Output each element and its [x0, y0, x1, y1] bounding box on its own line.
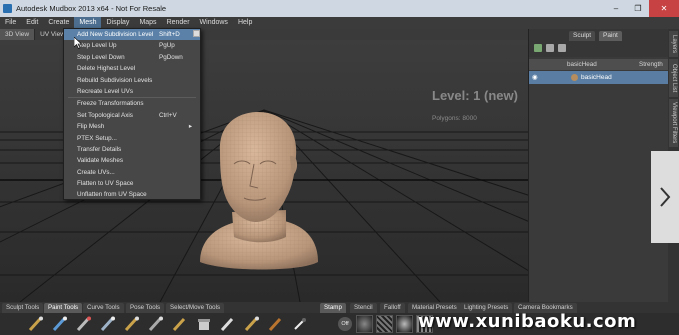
layer-name: basicHead: [581, 74, 612, 81]
strength-column: Strength: [639, 61, 663, 68]
app-icon: [3, 4, 12, 13]
paint-bucket-icon[interactable]: [196, 316, 212, 332]
pencil-icon[interactable]: [52, 316, 68, 332]
side-tab-object-list[interactable]: Object List: [669, 59, 678, 97]
tab-stamp[interactable]: Stamp: [320, 303, 346, 313]
menu-item-label: Flatten to UV Space: [77, 180, 134, 188]
tab-3d-view[interactable]: 3D View: [0, 29, 36, 40]
menu-item-step-level-down[interactable]: Step Level Down PgDown: [64, 52, 200, 63]
tab-falloff[interactable]: Falloff: [380, 303, 405, 313]
side-tab-viewport-filters[interactable]: Viewport Filters: [669, 99, 678, 147]
menu-item-label: Recreate Level UVs: [77, 87, 133, 95]
menu-item-delete-highest-level[interactable]: Delete Highest Level: [64, 63, 200, 74]
menu-item-unflatten-from-uv-space[interactable]: Unflatten from UV Space: [64, 189, 200, 200]
menu-file[interactable]: File: [0, 17, 21, 29]
tab-stencil[interactable]: Stencil: [350, 303, 377, 313]
menu-item-set-topological-axis[interactable]: Set Topological Axis Ctrl+V: [64, 110, 200, 121]
menu-edit[interactable]: Edit: [21, 17, 43, 29]
menu-item-flip-mesh[interactable]: Flip Mesh ▸: [64, 121, 200, 132]
next-slide-button[interactable]: [651, 151, 679, 243]
menu-item-label: Create UVs...: [77, 168, 115, 176]
layers-toolbar: Sculpt Paint: [529, 29, 669, 57]
tab-select-move-tools[interactable]: Select/Move Tools: [166, 303, 225, 313]
mesh-icon: [571, 74, 578, 81]
menu-item-label: Step Level Up: [77, 42, 117, 50]
menu-item-label: Rebuild Subdivision Levels: [77, 76, 153, 84]
polygon-count-label: Polygons: 8000: [432, 115, 477, 122]
layers-panel: Sculpt Paint basicHead Strength ◉ basicH…: [528, 29, 669, 302]
menu-item-step-level-up[interactable]: Step Level Up PgUp: [64, 40, 200, 51]
tab-sculpt[interactable]: Sculpt: [569, 31, 596, 41]
layer-options-icon[interactable]: [558, 44, 566, 52]
tab-paint[interactable]: Paint: [599, 31, 622, 41]
head-model: [200, 112, 318, 270]
title-bar: Autodesk Mudbox 2013 x64 - Not For Resal…: [0, 0, 679, 17]
menu-item-create-uvs[interactable]: Create UVs...: [64, 167, 200, 178]
window-title: Autodesk Mudbox 2013 x64 - Not For Resal…: [16, 4, 167, 13]
menu-item-shortcut: Ctrl+V: [159, 111, 177, 119]
stamp-off-button[interactable]: Off: [338, 317, 352, 331]
menu-item-recreate-level-uvs[interactable]: Recreate Level UVs: [64, 86, 200, 97]
tab-curve-tools[interactable]: Curve Tools: [83, 303, 124, 313]
minimize-button[interactable]: –: [605, 0, 627, 17]
menu-item-label: Flip Mesh: [77, 123, 105, 131]
menu-item-label: Step Level Down: [77, 53, 125, 61]
stamp-thumbnail[interactable]: [376, 315, 393, 333]
visibility-column-icon: [529, 59, 539, 70]
tab-pose-tools[interactable]: Pose Tools: [126, 303, 165, 313]
side-tab-layers[interactable]: Layers: [669, 31, 678, 57]
window-controls: – ❐ ✕: [605, 0, 679, 17]
clone-icon[interactable]: [124, 316, 140, 332]
stamp-thumbnail[interactable]: [356, 315, 373, 333]
mesh-menu-dropdown: Add New Subdivision Level Shift+D Step L…: [63, 28, 201, 200]
new-layer-icon[interactable]: [534, 44, 542, 52]
menu-item-shortcut: PgDown: [159, 53, 183, 61]
chevron-right-icon: [660, 187, 671, 207]
menu-help[interactable]: Help: [233, 17, 257, 29]
menu-item-validate-meshes[interactable]: Validate Meshes: [64, 155, 200, 166]
menu-item-label: Freeze Transformations: [77, 100, 144, 108]
airbrush-icon[interactable]: [76, 316, 92, 332]
menu-item-rebuild-subdivision-levels[interactable]: Rebuild Subdivision Levels: [64, 75, 200, 86]
projection-icon[interactable]: [100, 316, 116, 332]
burn-icon[interactable]: [268, 316, 284, 332]
option-box-icon[interactable]: [193, 30, 200, 37]
menu-item-label: PTEX Setup...: [77, 134, 117, 142]
menu-item-ptex-setup[interactable]: PTEX Setup...: [64, 133, 200, 144]
mouse-cursor-icon: [74, 37, 82, 49]
submenu-arrow-icon: ▸: [188, 123, 192, 131]
menu-item-label: Delete Highest Level: [77, 65, 136, 73]
subdivision-level-label: Level: 1 (new): [432, 88, 518, 103]
watermark: www.xunibaoku.com: [418, 311, 637, 332]
maximize-button[interactable]: ❐: [627, 0, 649, 17]
menu-item-flatten-to-uv-space[interactable]: Flatten to UV Space: [64, 178, 200, 189]
menu-item-label: Unflatten from UV Space: [77, 191, 147, 199]
menu-item-freeze-transformations[interactable]: Freeze Transformations: [64, 98, 200, 109]
menu-item-label: Set Topological Axis: [77, 111, 133, 119]
menu-item-add-new-subdivision-level[interactable]: Add New Subdivision Level Shift+D: [64, 29, 200, 41]
blur-icon[interactable]: [148, 316, 164, 332]
menu-item-transfer-details[interactable]: Transfer Details: [64, 144, 200, 155]
eraser-icon[interactable]: [220, 316, 236, 332]
tab-paint-tools[interactable]: Paint Tools: [44, 303, 83, 313]
sponge-icon[interactable]: [244, 316, 260, 332]
tab-sculpt-tools[interactable]: Sculpt Tools: [2, 303, 44, 313]
delete-layer-icon[interactable]: [546, 44, 554, 52]
eyedropper-icon[interactable]: [292, 316, 308, 332]
layer-row[interactable]: ◉ basicHead: [529, 71, 669, 84]
eye-icon[interactable]: ◉: [532, 71, 538, 84]
menu-item-shortcut: Shift+D: [159, 31, 180, 38]
stamp-thumbnail[interactable]: [396, 315, 413, 333]
layers-header: basicHead Strength: [529, 59, 669, 70]
dodge-icon[interactable]: [172, 316, 188, 332]
menu-item-shortcut: PgUp: [159, 42, 175, 50]
paint-brush-icon[interactable]: [28, 316, 44, 332]
menu-item-label: Add New Subdivision Level: [77, 31, 154, 38]
menu-item-label: Validate Meshes: [77, 157, 124, 165]
menu-item-label: Transfer Details: [77, 145, 122, 153]
layer-name-column: basicHead: [567, 61, 597, 68]
close-button[interactable]: ✕: [649, 0, 679, 17]
